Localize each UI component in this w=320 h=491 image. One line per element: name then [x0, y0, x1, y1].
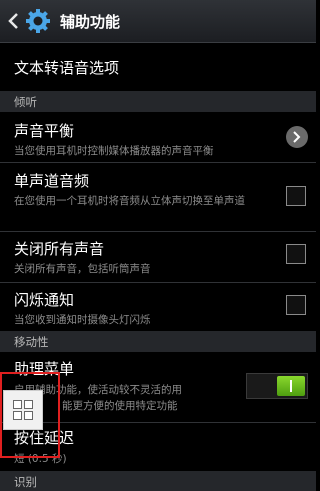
sound-balance-desc: 当您使用耳机时控制媒体播放器的声音平衡 [14, 145, 214, 157]
grid-icon [13, 411, 22, 420]
sound-balance-item[interactable]: 声音平衡 当您使用耳机时控制媒体播放器的声音平衡 [0, 112, 316, 162]
mute-all-item[interactable]: 关闭所有声音 关闭所有声音，包括听筒声音 [0, 232, 316, 282]
tts-options-item[interactable]: 文本转语音选项 [0, 43, 316, 91]
assistant-menu-desc-line2: 能更方便的使用特定功能 [62, 400, 178, 412]
toggle-knob [277, 376, 305, 396]
page-title: 辅助功能 [60, 13, 121, 31]
section-hearing-label: 倾听 [14, 95, 37, 109]
action-bar: 辅助功能 [0, 0, 316, 43]
sound-balance-label: 声音平衡 [14, 122, 75, 140]
assistant-menu-floating-button[interactable] [3, 390, 43, 430]
flash-notify-item[interactable]: 闪烁通知 当您收到通知时摄像头灯闪烁 [0, 283, 316, 331]
section-mobility: 移动性 [0, 331, 316, 352]
mute-all-desc: 关闭所有声音，包括听筒声音 [14, 263, 151, 275]
mono-audio-desc: 在您使用一个耳机时将音频从立体声切换至单声道 [14, 195, 245, 207]
flash-notify-label: 闪烁通知 [14, 291, 75, 309]
mute-all-checkbox[interactable] [286, 244, 306, 264]
assistant-menu-toggle[interactable] [246, 373, 308, 399]
tts-options-label: 文本转语音选项 [14, 59, 120, 77]
back-arrow-icon[interactable] [6, 11, 20, 31]
section-hearing: 倾听 [0, 91, 316, 112]
grid-icon [13, 400, 22, 409]
flash-notify-desc: 当您收到通知时摄像头灯闪烁 [14, 314, 151, 326]
grid-icon [24, 400, 33, 409]
section-recognition: 识别 [0, 471, 316, 491]
section-mobility-label: 移动性 [14, 335, 49, 349]
flash-notify-checkbox[interactable] [286, 295, 306, 315]
mono-audio-label: 单声道音频 [14, 172, 90, 190]
chevron-right-icon[interactable] [286, 126, 308, 148]
grid-icon [24, 411, 33, 420]
mono-audio-item[interactable]: 单声道音频 在您使用一个耳机时将音频从立体声切换至单声道 [0, 163, 316, 231]
section-recognition-label: 识别 [14, 475, 37, 489]
mute-all-label: 关闭所有声音 [14, 240, 105, 258]
gear-icon[interactable] [25, 8, 51, 34]
mono-audio-checkbox[interactable] [286, 186, 306, 206]
